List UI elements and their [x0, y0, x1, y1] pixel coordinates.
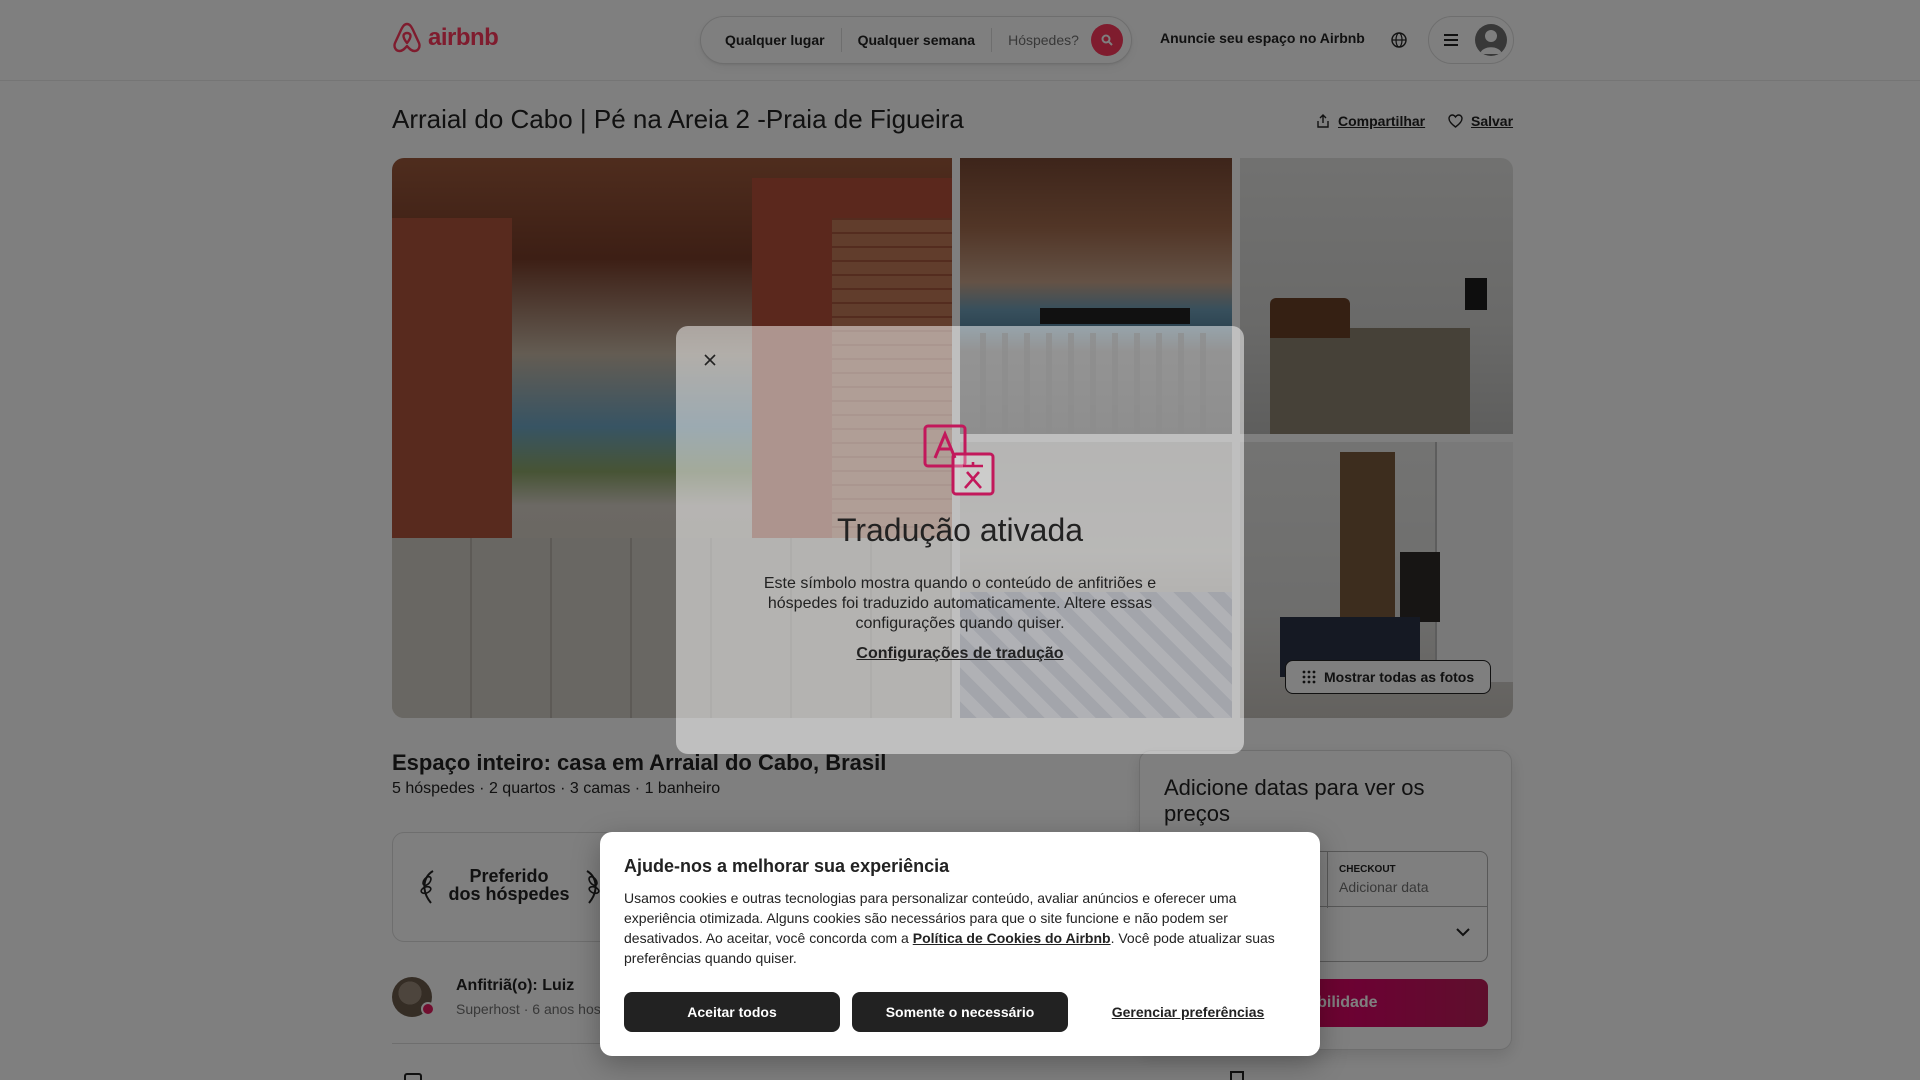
close-icon [704, 354, 716, 366]
cookie-text: Usamos cookies e outras tecnologias para… [624, 888, 1300, 968]
translate-icon [923, 424, 995, 496]
modal-title: Tradução ativada [836, 512, 1084, 548]
close-button[interactable] [694, 344, 726, 376]
translation-settings-link[interactable]: Configurações de tradução [676, 645, 1244, 663]
manage-preferences-button[interactable]: Gerenciar preferências [1080, 992, 1296, 1032]
cookie-title: Ajude-nos a melhorar sua experiência [624, 856, 950, 876]
cookie-banner: Ajude-nos a melhorar sua experiência Usa… [600, 832, 1320, 1056]
modal-text: Este símbolo mostra quando o conteúdo de… [763, 575, 1157, 632]
only-necessary-button[interactable]: Somente o necessário [852, 992, 1068, 1032]
translation-modal: Tradução ativada Este símbolo mostra qua… [676, 326, 1244, 754]
accept-all-button[interactable]: Aceitar todos [624, 992, 840, 1032]
cookie-policy-link[interactable]: Política de Cookies do Airbnb [913, 930, 1111, 946]
